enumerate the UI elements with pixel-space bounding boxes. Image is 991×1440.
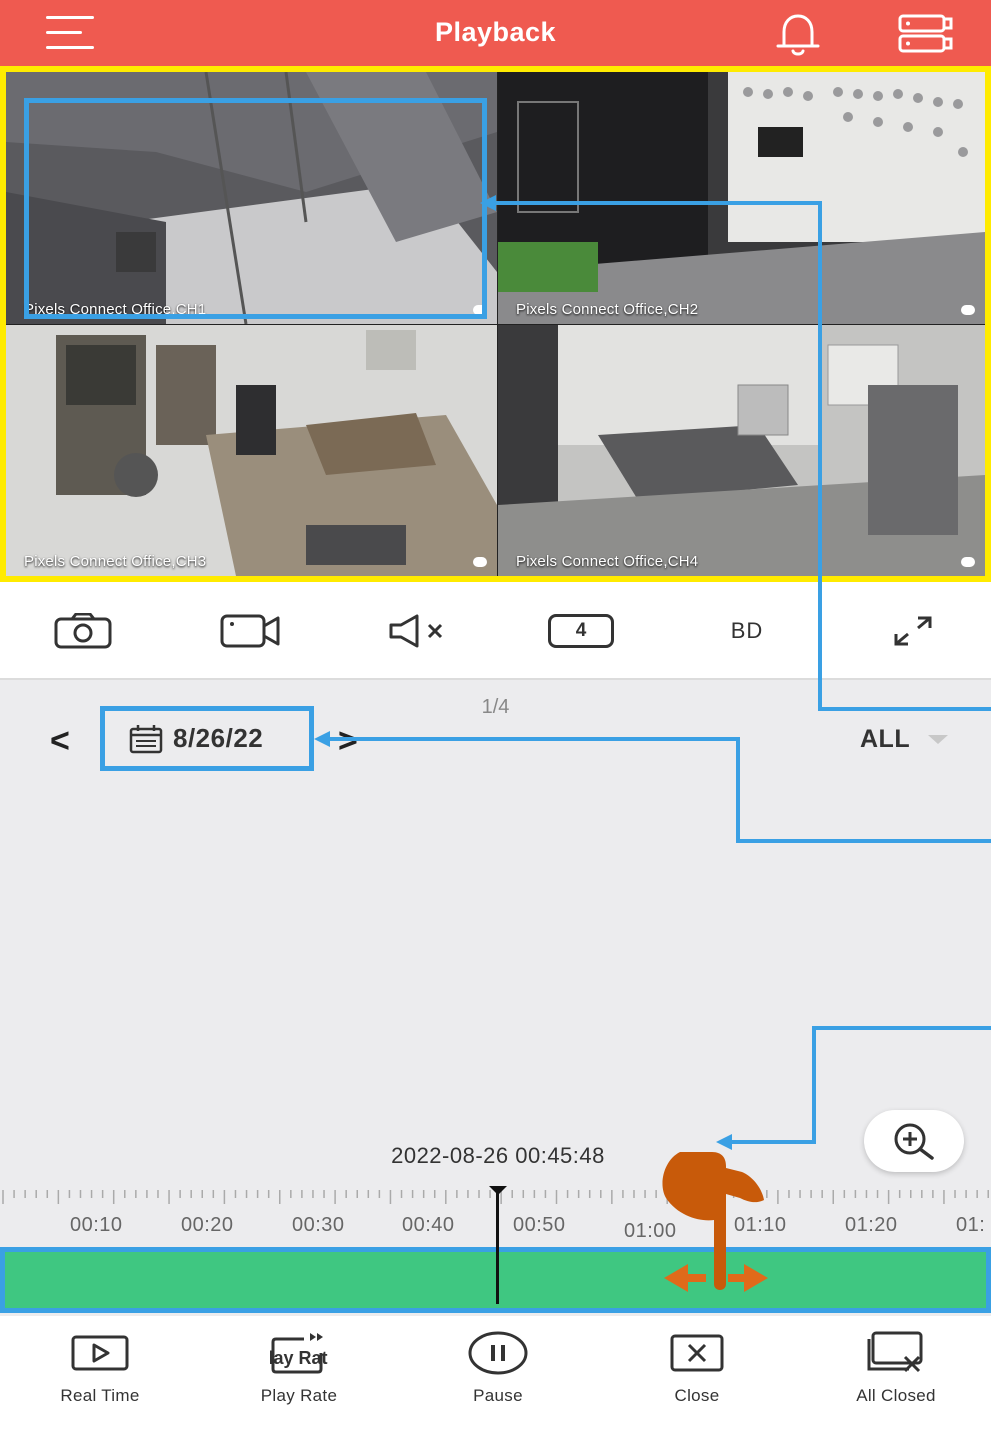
pause-icon (468, 1331, 528, 1375)
timeline-tick-label: 01: (956, 1214, 986, 1236)
channel-label: Pixels Connect Office,CH2 (516, 301, 699, 318)
play-rate-value: Play Rate (270, 1348, 328, 1368)
camera-feed-image (498, 325, 985, 576)
timeline-tick-label: 00:10 (70, 1214, 123, 1236)
timeline-tick-label: 00:30 (292, 1214, 345, 1236)
expand-icon (894, 616, 932, 646)
split-screen-button[interactable]: 4 (546, 608, 616, 654)
close-all-icon (867, 1331, 923, 1373)
video-camera-icon (220, 614, 280, 648)
pause-label: Pause (473, 1386, 523, 1405)
bell-icon[interactable] (770, 10, 826, 58)
selected-date: 8/26/22 (173, 723, 264, 753)
quality-label: BD (730, 618, 764, 643)
camera-feed-image (6, 325, 497, 576)
status-dot (961, 557, 975, 567)
previous-day-button[interactable]: < (50, 722, 70, 761)
split-count: 4 (548, 614, 614, 648)
video-tile-ch3[interactable]: Pixels Connect Office,CH3 (6, 325, 497, 576)
filter-label: ALL (860, 725, 911, 753)
chevron-down-icon (928, 735, 949, 744)
camera-feed-image (498, 72, 985, 324)
close-window-icon (670, 1334, 724, 1372)
page-title: Playback (434, 17, 557, 47)
quality-button[interactable]: BD (716, 608, 778, 654)
current-timestamp: 2022-08-26 00:45:48 (391, 1143, 605, 1168)
date-picker[interactable]: 8/26/22 (100, 706, 314, 771)
app-header: Playback (0, 0, 991, 66)
pause-button[interactable]: Pause (408, 1328, 588, 1406)
record-type-filter[interactable]: ALL (860, 725, 949, 754)
channel-label: Pixels Connect Office,CH3 (24, 553, 207, 570)
real-time-button[interactable]: Real Time (10, 1328, 190, 1406)
video-tile-ch4[interactable]: Pixels Connect Office,CH4 (498, 325, 985, 576)
real-time-label: Real Time (60, 1386, 140, 1405)
fullscreen-button[interactable] (890, 608, 938, 654)
video-tile-ch2[interactable]: Pixels Connect Office,CH2 (498, 72, 985, 324)
snapshot-button[interactable] (52, 608, 114, 654)
playhead[interactable] (496, 1190, 499, 1304)
channel-label: Pixels Connect Office,CH4 (516, 553, 699, 570)
playback-toolbar: 4 BD (0, 582, 991, 680)
all-closed-button[interactable]: All Closed (806, 1328, 986, 1406)
bottom-action-bar: Real Time Play Rate Play Rate Pause (0, 1316, 991, 1440)
play-window-icon (71, 1335, 129, 1371)
record-button[interactable] (218, 608, 284, 654)
timeline-tick-label: 01:20 (845, 1214, 898, 1236)
timeline-tick-label: 00:20 (181, 1214, 234, 1236)
play-rate-button[interactable]: Play Rate Play Rate (209, 1328, 389, 1406)
status-dot (473, 557, 487, 567)
calendar-icon (129, 724, 163, 753)
next-day-button[interactable]: > (338, 722, 358, 761)
speaker-muted-icon (389, 614, 443, 648)
close-button[interactable]: Close (607, 1328, 787, 1406)
play-rate-icon: Play Rate (270, 1333, 328, 1374)
camera-icon (54, 613, 112, 649)
annotation-highlight-ch1 (24, 98, 487, 319)
swipe-gesture-icon (662, 1152, 768, 1292)
all-closed-label: All Closed (856, 1386, 936, 1405)
close-label: Close (674, 1386, 720, 1405)
timeline-tick-label: 00:50 (513, 1214, 566, 1236)
status-dot (961, 305, 975, 315)
mute-button[interactable] (386, 608, 448, 654)
device-list-icon[interactable] (896, 12, 954, 56)
timeline-tick-label: 00:40 (402, 1214, 455, 1236)
play-rate-label: Play Rate (260, 1386, 338, 1405)
video-grid: Pixels Connect Office,CH1 Pixels Connect… (0, 66, 991, 582)
